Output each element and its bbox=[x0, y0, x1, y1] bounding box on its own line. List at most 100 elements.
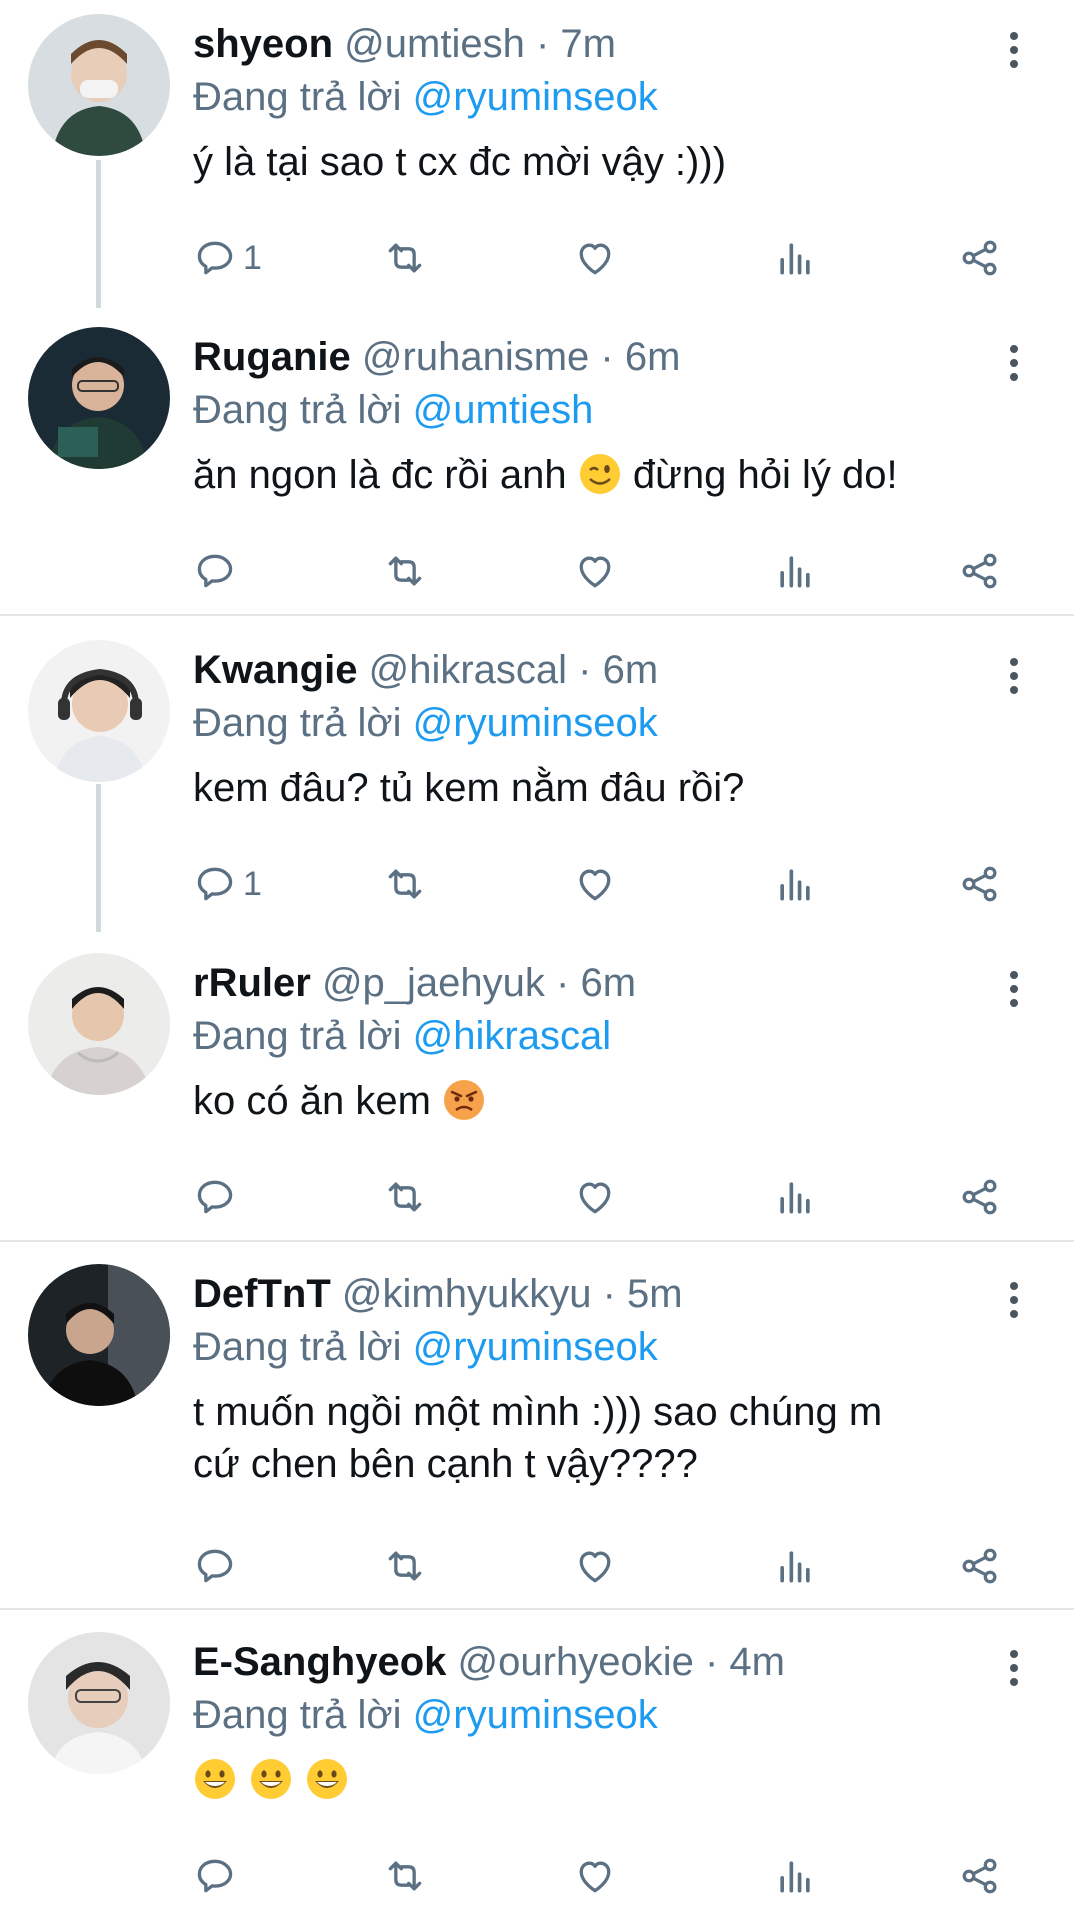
like-button[interactable] bbox=[573, 1167, 617, 1227]
more-icon[interactable] bbox=[998, 658, 1030, 698]
tweet[interactable]: E-Sanghyeok @ourhyeokie · 4m Đang trả lờ… bbox=[0, 1632, 1074, 1917]
share-button[interactable] bbox=[958, 1846, 1002, 1906]
reply-button[interactable]: 1 bbox=[193, 854, 262, 914]
avatar[interactable] bbox=[28, 327, 170, 469]
reply-button[interactable] bbox=[193, 1846, 237, 1906]
timestamp[interactable]: 6m bbox=[603, 648, 659, 692]
tweet-text: kem đâu? tủ kem nằm đâu rồi? bbox=[193, 766, 745, 810]
retweet-button[interactable] bbox=[383, 1846, 427, 1906]
timestamp[interactable]: 5m bbox=[627, 1272, 683, 1316]
retweet-button[interactable] bbox=[383, 1167, 427, 1227]
user-handle[interactable]: @ourhyeokie bbox=[458, 1640, 694, 1684]
timestamp[interactable]: 6m bbox=[580, 961, 636, 1005]
reply-icon bbox=[197, 241, 233, 275]
analytics-icon bbox=[780, 869, 810, 901]
user-handle[interactable]: @kimhyukkyu bbox=[342, 1272, 592, 1316]
mention-link[interactable]: @hikrascal bbox=[413, 1014, 611, 1058]
display-name[interactable]: E-Sanghyeok bbox=[193, 1640, 446, 1684]
more-icon[interactable] bbox=[998, 32, 1030, 72]
tweet[interactable]: DefTnT @kimhyukkyu · 5m Đang trả lời @ry… bbox=[0, 1264, 1074, 1604]
more-icon[interactable] bbox=[998, 1282, 1030, 1322]
like-button[interactable] bbox=[573, 854, 617, 914]
winking-face-emoji bbox=[579, 454, 620, 494]
tweet-header: E-Sanghyeok @ourhyeokie · 4m bbox=[193, 1632, 785, 1692]
more-icon[interactable] bbox=[998, 345, 1030, 385]
display-name[interactable]: Ruganie bbox=[193, 335, 351, 379]
user-handle[interactable]: @umtiesh bbox=[344, 22, 525, 66]
tweet-text-part: ăn ngon là đc rồi anh bbox=[193, 453, 567, 497]
tweet-text: ý là tại sao t cx đc mời vậy :))) bbox=[193, 140, 727, 184]
like-button[interactable] bbox=[573, 228, 617, 288]
retweet-button[interactable] bbox=[383, 854, 427, 914]
mention-link[interactable]: @ryuminseok bbox=[413, 75, 658, 119]
analytics-button[interactable] bbox=[773, 1846, 817, 1906]
reply-button[interactable] bbox=[193, 1536, 237, 1596]
like-button[interactable] bbox=[573, 541, 617, 601]
display-name[interactable]: rRuler bbox=[193, 961, 311, 1005]
tweet-header: Kwangie @hikrascal · 6m bbox=[193, 640, 658, 700]
avatar[interactable] bbox=[28, 640, 170, 782]
like-button[interactable] bbox=[573, 1536, 617, 1596]
avatar[interactable] bbox=[28, 953, 170, 1095]
reply-button[interactable]: 1 bbox=[193, 228, 262, 288]
avatar[interactable] bbox=[28, 1632, 170, 1774]
share-button[interactable] bbox=[958, 854, 1002, 914]
display-name[interactable]: Kwangie bbox=[193, 648, 357, 692]
analytics-button[interactable] bbox=[773, 541, 817, 601]
like-icon bbox=[579, 243, 611, 275]
timestamp[interactable]: 7m bbox=[560, 22, 616, 66]
separator-dot: · bbox=[535, 22, 550, 66]
display-name[interactable]: DefTnT bbox=[193, 1272, 331, 1316]
reply-prefix: Đang trả lời bbox=[193, 388, 402, 432]
share-button[interactable] bbox=[958, 541, 1002, 601]
retweet-icon bbox=[388, 243, 422, 273]
analytics-icon bbox=[780, 1182, 810, 1214]
timestamp[interactable]: 6m bbox=[625, 335, 681, 379]
retweet-icon bbox=[388, 1182, 422, 1212]
action-bar bbox=[193, 1536, 1023, 1596]
mention-link[interactable]: @ryuminseok bbox=[413, 701, 658, 745]
separator-dot: · bbox=[556, 961, 570, 1005]
analytics-button[interactable] bbox=[773, 1536, 817, 1596]
tweet-text: ko có ăn kem bbox=[193, 1075, 1033, 1127]
reply-prefix: Đang trả lời bbox=[193, 701, 402, 745]
like-button[interactable] bbox=[573, 1846, 617, 1906]
divider bbox=[0, 614, 1074, 616]
user-handle[interactable]: @p_jaehyuk bbox=[322, 961, 545, 1005]
share-icon bbox=[962, 240, 997, 276]
reply-prefix: Đang trả lời bbox=[193, 1693, 402, 1737]
replying-to: Đang trả lời @hikrascal bbox=[193, 1006, 611, 1066]
retweet-icon bbox=[388, 869, 422, 899]
tweet[interactable]: shyeon @umtiesh · 7m Đang trả lời @ryumi… bbox=[0, 14, 1074, 304]
analytics-button[interactable] bbox=[773, 854, 817, 914]
tweet[interactable]: Ruganie @ruhanisme · 6m Đang trả lời @um… bbox=[0, 327, 1074, 607]
mention-link[interactable]: @ryuminseok bbox=[413, 1693, 658, 1737]
share-button[interactable] bbox=[958, 1536, 1002, 1596]
grinning-face-emoji bbox=[251, 1759, 291, 1799]
share-button[interactable] bbox=[958, 1167, 1002, 1227]
timestamp[interactable]: 4m bbox=[729, 1640, 785, 1684]
retweet-button[interactable] bbox=[383, 541, 427, 601]
avatar[interactable] bbox=[28, 14, 170, 156]
reply-button[interactable] bbox=[193, 541, 237, 601]
analytics-button[interactable] bbox=[773, 1167, 817, 1227]
mention-link[interactable]: @ryuminseok bbox=[413, 1325, 658, 1369]
analytics-button[interactable] bbox=[773, 228, 817, 288]
tweet[interactable]: rRuler @p_jaehyuk · 6m Đang trả lời @hik… bbox=[0, 953, 1074, 1233]
mention-link[interactable]: @umtiesh bbox=[413, 388, 594, 432]
retweet-button[interactable] bbox=[383, 228, 427, 288]
action-bar: 1 bbox=[193, 854, 1023, 914]
display-name[interactable]: shyeon bbox=[193, 22, 333, 66]
tweet-text: ăn ngon là đc rồi anh đừng hỏi lý do! bbox=[193, 449, 1033, 501]
more-icon[interactable] bbox=[998, 971, 1030, 1011]
reply-prefix: Đang trả lời bbox=[193, 75, 402, 119]
more-icon[interactable] bbox=[998, 1650, 1030, 1690]
retweet-button[interactable] bbox=[383, 1536, 427, 1596]
tweet[interactable]: Kwangie @hikrascal · 6m Đang trả lời @ry… bbox=[0, 640, 1074, 930]
reply-button[interactable] bbox=[193, 1167, 237, 1227]
avatar[interactable] bbox=[28, 1264, 170, 1406]
user-handle[interactable]: @hikrascal bbox=[369, 648, 567, 692]
share-button[interactable] bbox=[958, 228, 1002, 288]
user-handle[interactable]: @ruhanisme bbox=[362, 335, 589, 379]
retweet-icon bbox=[388, 1861, 422, 1891]
